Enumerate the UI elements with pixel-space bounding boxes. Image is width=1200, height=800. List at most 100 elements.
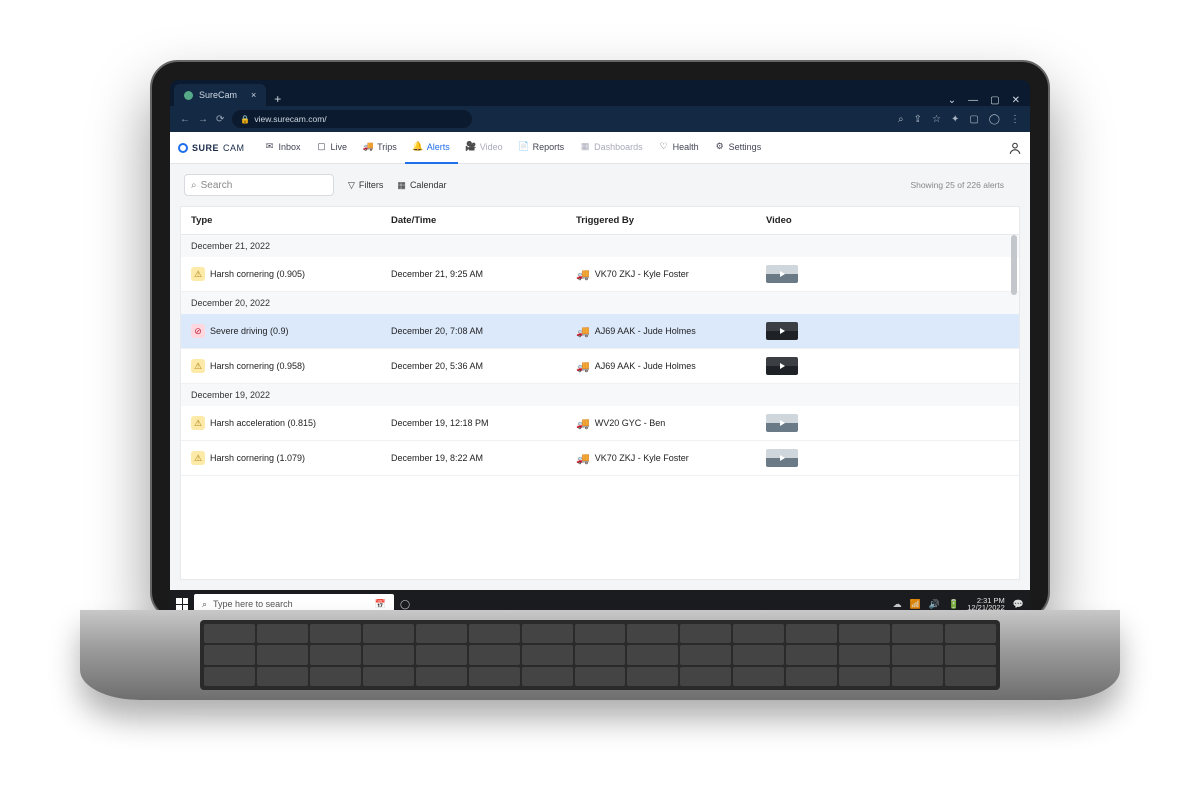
truck-icon: 🚚 — [576, 417, 590, 430]
nav-dashboards: ▦ Dashboards — [572, 132, 651, 164]
url-text: view.surecam.com/ — [254, 114, 326, 124]
settings-icon: ⚙ — [715, 142, 725, 152]
battery-icon[interactable]: 🔋 — [948, 599, 959, 610]
chevron-down-icon[interactable]: ⌄ — [948, 95, 956, 106]
video-thumbnail[interactable] — [766, 357, 798, 375]
share-icon[interactable]: ⇪ — [914, 114, 922, 125]
nav-live[interactable]: ▢Live — [309, 132, 356, 164]
user-account-icon[interactable] — [1008, 141, 1022, 155]
trips-icon: 🚚 — [363, 142, 373, 152]
tab-title: SureCam — [199, 90, 237, 100]
taskbar-search-placeholder: Type here to search — [213, 599, 293, 609]
surecam-app: SURE CAM ✉Inbox▢Live 🚚 Trips 🔔 Alerts 🎥 Video 📄R… — [170, 132, 1030, 590]
dashboards-icon: ▦ — [580, 142, 590, 152]
table-row[interactable]: ⚠Harsh cornering (0.958)December 20, 5:3… — [181, 349, 1019, 384]
browser-tab[interactable]: SureCam × — [174, 84, 266, 106]
search-placeholder: Search — [201, 180, 233, 191]
scrollbar-thumb[interactable] — [1011, 235, 1017, 295]
cortana-icon[interactable]: ◯ — [400, 599, 410, 610]
calendar-icon: ▦ — [397, 180, 406, 191]
brand-name-left: SURE — [192, 143, 219, 153]
nav-label: Alerts — [427, 142, 450, 152]
close-window-button[interactable]: ✕ — [1012, 95, 1020, 106]
alert-name: Harsh cornering (0.905) — [210, 269, 305, 279]
nav-label: Trips — [377, 142, 397, 152]
nav-settings[interactable]: ⚙ Settings — [707, 132, 770, 164]
brand-logo[interactable]: SURE CAM — [178, 143, 245, 153]
warning-icon: ⚠ — [191, 416, 205, 430]
reload-button[interactable]: ⟳ — [216, 114, 224, 125]
extensions-icon[interactable]: ✦ — [951, 114, 959, 125]
col-date[interactable]: Date/Time — [381, 207, 566, 234]
notifications-icon[interactable]: 💬 — [1013, 599, 1024, 610]
kebab-menu-icon[interactable]: ⋮ — [1010, 114, 1020, 125]
back-button[interactable]: ← — [180, 114, 190, 125]
warning-icon: ⚠ — [191, 451, 205, 465]
nav-trips[interactable]: 🚚 Trips — [355, 132, 405, 164]
col-video[interactable]: Video — [756, 207, 1019, 234]
truck-icon: 🚚 — [576, 360, 590, 373]
brand-name-right: CAM — [223, 143, 245, 153]
video-thumbnail[interactable] — [766, 414, 798, 432]
table-row[interactable]: ⊘Severe driving (0.9)December 20, 7:08 A… — [181, 314, 1019, 349]
col-type[interactable]: Type — [181, 207, 381, 234]
browser-toolbar: ← → ⟳ 🔒 view.surecam.com/ ⌕ ⇪ ☆ ✦ ▢ ◯ ⋮ — [170, 106, 1030, 132]
truck-icon: 🚚 — [576, 325, 590, 338]
profile-dot-icon[interactable]: ◯ — [989, 114, 1000, 125]
close-tab-icon[interactable]: × — [251, 90, 256, 100]
alert-datetime: December 19, 8:22 AM — [391, 453, 483, 463]
windows-start-button[interactable] — [176, 598, 188, 610]
video-thumbnail[interactable] — [766, 449, 798, 467]
tray-cloud-icon[interactable]: ☁ — [893, 599, 902, 610]
alerts-table: Type Date/Time Triggered By Video Decemb… — [180, 206, 1020, 580]
forward-button[interactable]: → — [198, 114, 208, 125]
nav-label: Reports — [533, 142, 565, 152]
play-icon — [780, 455, 785, 461]
nav-reports[interactable]: 📄Reports — [511, 132, 573, 164]
inbox-icon: ✉ — [265, 142, 275, 152]
date-group-header: December 21, 2022 — [181, 235, 1019, 257]
nav-health[interactable]: ♡Health — [651, 132, 707, 164]
calendar-button[interactable]: ▦ Calendar — [397, 180, 446, 191]
alert-name: Harsh cornering (1.079) — [210, 453, 305, 463]
truck-icon: 🚚 — [576, 268, 590, 281]
filters-button[interactable]: ▽ Filters — [348, 180, 383, 191]
nav-inbox[interactable]: ✉Inbox — [257, 132, 309, 164]
table-row[interactable]: ⚠Harsh acceleration (0.815)December 19, … — [181, 406, 1019, 441]
warning-icon: ⚠ — [191, 359, 205, 373]
alert-datetime: December 21, 9:25 AM — [391, 269, 483, 279]
video-thumbnail[interactable] — [766, 265, 798, 283]
video-thumbnail[interactable] — [766, 322, 798, 340]
app-box-icon[interactable]: ▢ — [969, 114, 978, 125]
col-triggered[interactable]: Triggered By — [566, 207, 756, 234]
search-input[interactable]: ⌕ Search — [184, 174, 334, 196]
wifi-icon[interactable]: 📶 — [910, 599, 921, 610]
alerts-icon: 🔔 — [413, 142, 423, 152]
nav-label: Dashboards — [594, 142, 643, 152]
alert-datetime: December 20, 7:08 AM — [391, 326, 483, 336]
minimize-button[interactable]: — — [968, 95, 978, 106]
table-row[interactable]: ⚠ Harsh cornering (1.079) December 19, 8:2… — [181, 441, 1019, 476]
filter-icon: ▽ — [348, 180, 355, 191]
triggered-by: AJ69 AAK - Jude Holmes — [595, 326, 696, 336]
maximize-button[interactable]: ▢ — [990, 95, 999, 106]
nav-alerts[interactable]: 🔔 Alerts — [405, 132, 458, 164]
nav-label: Settings — [729, 142, 762, 152]
alert-datetime: December 19, 12:18 PM — [391, 418, 489, 428]
lock-icon: 🔒 — [240, 115, 250, 124]
video-icon: 🎥 — [466, 142, 476, 152]
warning-icon: ⚠ — [191, 267, 205, 281]
new-tab-button[interactable]: + — [266, 92, 289, 106]
results-count: Showing 25 of 226 alerts — [910, 180, 1016, 190]
date-group-header: December 19, 2022 — [181, 384, 1019, 406]
star-icon[interactable]: ☆ — [932, 114, 941, 125]
search-icon: ⌕ — [202, 599, 207, 610]
severe-icon: ⊘ — [191, 324, 205, 338]
search-icon[interactable]: ⌕ — [898, 114, 904, 125]
volume-icon[interactable]: 🔊 — [929, 599, 940, 610]
address-bar[interactable]: 🔒 view.surecam.com/ — [232, 110, 472, 128]
health-icon: ♡ — [659, 142, 669, 152]
search-icon: ⌕ — [191, 180, 197, 191]
table-row[interactable]: ⚠ Harsh cornering (0.905) December 21, 9:2… — [181, 257, 1019, 292]
live-icon: ▢ — [317, 142, 327, 152]
